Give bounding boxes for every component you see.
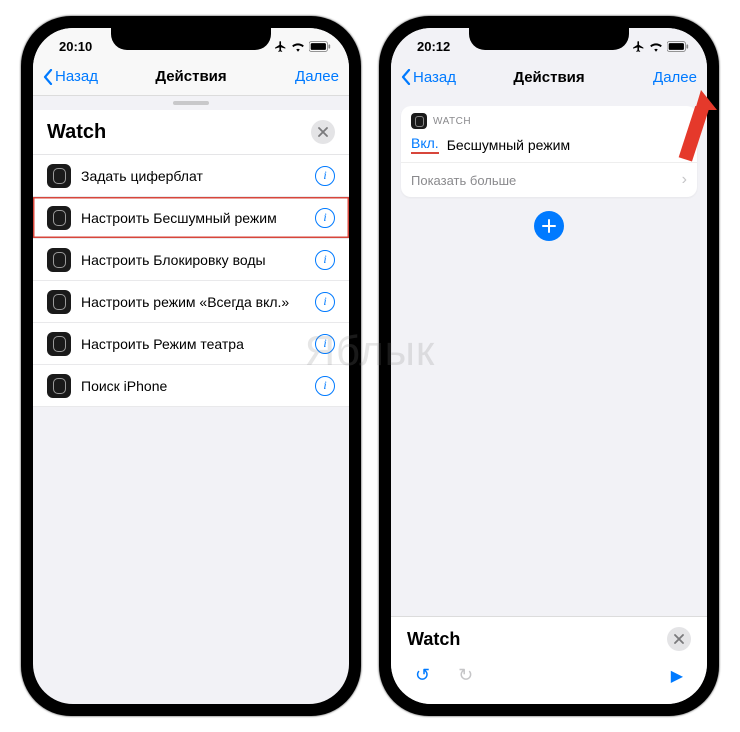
action-label: Настроить Бесшумный режим bbox=[81, 210, 305, 226]
action-card: WATCH Вкл. Бесшумный режим Показать боль… bbox=[401, 106, 697, 197]
search-header: Watch bbox=[33, 110, 349, 155]
navbar: Назад Действия Далее bbox=[33, 58, 349, 96]
back-label: Назад bbox=[413, 69, 456, 86]
actions-list: Задать циферблатiНастроить Бесшумный реж… bbox=[33, 155, 349, 407]
chevron-left-icon bbox=[401, 69, 411, 85]
next-button[interactable]: Далее bbox=[637, 69, 697, 86]
search-query[interactable]: Watch bbox=[47, 121, 106, 144]
toggle-value[interactable]: Вкл. bbox=[411, 135, 439, 154]
info-button[interactable]: i bbox=[315, 376, 335, 396]
info-button[interactable]: i bbox=[315, 334, 335, 354]
watch-app-icon bbox=[411, 113, 427, 129]
watch-app-icon bbox=[47, 164, 71, 188]
redo-button[interactable]: ↻ bbox=[458, 665, 473, 686]
notch bbox=[111, 26, 271, 50]
status-icons bbox=[274, 40, 331, 53]
run-button[interactable]: ▶ bbox=[671, 666, 683, 686]
info-button[interactable]: i bbox=[315, 250, 335, 270]
add-action-button[interactable] bbox=[534, 211, 564, 241]
info-button[interactable]: i bbox=[315, 166, 335, 186]
chevron-right-icon: › bbox=[682, 171, 687, 189]
action-row[interactable]: Настроить Блокировку воды i bbox=[33, 239, 349, 281]
close-icon bbox=[318, 127, 328, 137]
chevron-left-icon bbox=[43, 69, 53, 85]
clear-bottom-button[interactable] bbox=[667, 627, 691, 651]
navbar: Назад Действия Далее bbox=[391, 58, 707, 96]
action-label: Настроить режим «Всегда вкл.» bbox=[81, 294, 305, 310]
action-row[interactable]: Поиск iPhone i bbox=[33, 365, 349, 407]
back-button[interactable]: Назад bbox=[43, 68, 103, 85]
bottom-panel: Watch ↺ ↻ ▶ bbox=[391, 616, 707, 704]
watch-app-icon bbox=[47, 374, 71, 398]
action-row[interactable]: Настроить режим «Всегда вкл.» i bbox=[33, 281, 349, 323]
sheet-grabber[interactable] bbox=[33, 96, 349, 110]
status-time: 20:10 bbox=[59, 39, 92, 54]
bottom-toolbar: ↺ ↻ ▶ bbox=[391, 661, 707, 704]
info-icon: i bbox=[323, 252, 326, 267]
next-label: Далее bbox=[653, 69, 697, 86]
info-icon: i bbox=[323, 210, 326, 225]
airplane-icon bbox=[632, 40, 645, 53]
status-icons bbox=[632, 40, 689, 53]
next-button[interactable]: Далее bbox=[279, 68, 339, 85]
airplane-icon bbox=[274, 40, 287, 53]
card-header: WATCH bbox=[401, 106, 697, 131]
show-more-label: Показать больше bbox=[411, 173, 516, 188]
watch-app-icon bbox=[47, 332, 71, 356]
info-icon: i bbox=[323, 336, 326, 351]
info-icon: i bbox=[323, 378, 326, 393]
screen: 20:12 Назад Действия Далее bbox=[391, 28, 707, 704]
phone-right: 20:12 Назад Действия Далее bbox=[379, 16, 719, 716]
battery-icon bbox=[667, 41, 689, 52]
wifi-icon bbox=[649, 41, 663, 52]
clear-search-button[interactable] bbox=[311, 120, 335, 144]
next-label: Далее bbox=[295, 68, 339, 85]
nav-title: Действия bbox=[155, 68, 226, 85]
notch bbox=[469, 26, 629, 50]
watch-app-icon bbox=[47, 206, 71, 230]
card-app-label: WATCH bbox=[433, 116, 471, 127]
action-row[interactable]: Задать циферблат i bbox=[33, 155, 349, 197]
close-icon bbox=[674, 634, 684, 644]
info-icon: i bbox=[323, 168, 326, 183]
info-button[interactable]: i bbox=[315, 292, 335, 312]
action-label: Настроить Блокировку воды bbox=[81, 252, 305, 268]
nav-title: Действия bbox=[513, 69, 584, 86]
status-time: 20:12 bbox=[417, 39, 450, 54]
bottom-title[interactable]: Watch bbox=[407, 629, 460, 650]
action-name: Бесшумный режим bbox=[447, 137, 570, 153]
screen: 20:10 Назад Действия Далее W bbox=[33, 28, 349, 704]
watch-app-icon bbox=[47, 248, 71, 272]
action-label: Поиск iPhone bbox=[81, 378, 305, 394]
plus-icon bbox=[542, 219, 556, 233]
info-icon: i bbox=[323, 294, 326, 309]
action-label: Настроить Режим театра bbox=[81, 336, 305, 352]
undo-button[interactable]: ↺ bbox=[415, 665, 430, 686]
action-row[interactable]: Настроить Режим театра i bbox=[33, 323, 349, 365]
info-button[interactable]: i bbox=[315, 208, 335, 228]
wifi-icon bbox=[291, 41, 305, 52]
watch-app-icon bbox=[47, 290, 71, 314]
card-body[interactable]: Вкл. Бесшумный режим bbox=[401, 131, 697, 162]
show-more-row[interactable]: Показать больше › bbox=[401, 162, 697, 197]
phone-left: 20:10 Назад Действия Далее W bbox=[21, 16, 361, 716]
back-label: Назад bbox=[55, 68, 98, 85]
action-row[interactable]: Настроить Бесшумный режим i bbox=[33, 197, 349, 239]
back-button[interactable]: Назад bbox=[401, 69, 461, 86]
action-label: Задать циферблат bbox=[81, 168, 305, 184]
battery-icon bbox=[309, 41, 331, 52]
